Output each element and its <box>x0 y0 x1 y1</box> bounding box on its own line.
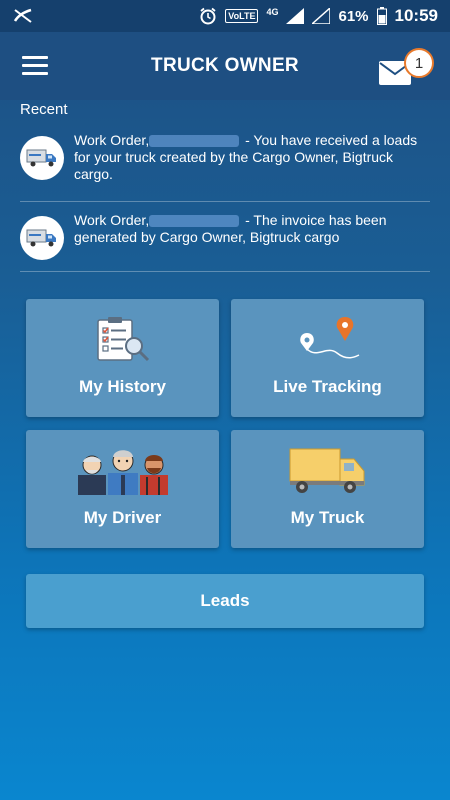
hamburger-icon-line <box>22 72 48 75</box>
divider <box>20 201 430 202</box>
my-driver-tile[interactable]: My Driver <box>26 430 219 548</box>
messages-button[interactable]: 1 <box>378 48 436 88</box>
status-bar: VoLTE 4G 61% 10:59 <box>0 0 450 32</box>
clock: 10:59 <box>394 6 438 25</box>
menu-button[interactable] <box>22 56 48 76</box>
my-truck-tile[interactable]: My Truck <box>231 430 424 548</box>
work-order-label: Work Order, <box>74 132 150 148</box>
battery-percent: 61% <box>338 7 369 25</box>
truck-icon <box>26 229 56 247</box>
hamburger-icon-line <box>22 56 48 59</box>
battery-icon <box>376 7 387 25</box>
alarm-icon <box>200 7 216 25</box>
recent-heading: Recent <box>20 101 68 118</box>
app-bar: TRUCK OWNER 1 <box>0 32 450 100</box>
live-tracking-tile[interactable]: Live Tracking <box>231 299 424 417</box>
location-route-icon <box>293 313 363 365</box>
truck-avatar <box>20 136 64 180</box>
volte-indicator: VoLTE <box>225 9 259 23</box>
network-type: 4G <box>266 7 279 17</box>
tile-label: Live Tracking <box>273 377 382 396</box>
notification-item[interactable]: Work Order, - The invoice has been gener… <box>20 212 430 272</box>
leads-button[interactable]: Leads <box>26 574 424 628</box>
truck-icon <box>288 444 368 496</box>
signal-icon <box>286 8 305 24</box>
drivers-group-icon <box>76 444 170 496</box>
tile-label: My Truck <box>290 508 365 527</box>
truck-icon <box>26 149 56 167</box>
clipboard-search-icon <box>94 313 152 365</box>
redacted-id <box>149 135 240 148</box>
notification-text: Work Order, - You have received a loads … <box>74 132 430 183</box>
tile-label: My Driver <box>83 508 162 527</box>
truck-avatar <box>20 216 64 260</box>
tile-label: My History <box>79 377 166 396</box>
redacted-id <box>149 215 240 228</box>
work-order-label: Work Order, <box>74 212 150 228</box>
divider <box>20 271 430 272</box>
status-left <box>12 7 199 25</box>
notification-badge: 1 <box>404 48 434 78</box>
notification-text: Work Order, - The invoice has been gener… <box>74 212 430 246</box>
my-history-tile[interactable]: My History <box>26 299 219 417</box>
phone-missed-icon <box>13 8 32 23</box>
status-right: VoLTE 4G 61% 10:59 <box>199 6 438 26</box>
page-title: TRUCK OWNER <box>151 55 299 76</box>
hamburger-icon-line <box>22 64 48 67</box>
signal-icon-2 <box>312 8 331 24</box>
notification-item[interactable]: Work Order, - You have received a loads … <box>20 132 430 202</box>
